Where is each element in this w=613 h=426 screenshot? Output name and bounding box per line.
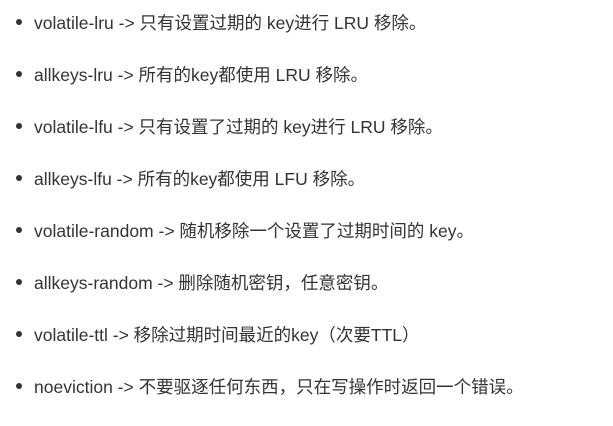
list-item: allkeys-lru -> 所有的key都使用 LRU 移除。 bbox=[0, 60, 368, 88]
list-item-text: allkeys-random -> 删除随机密钥，任意密钥。 bbox=[34, 272, 389, 293]
list-item: volatile-lru -> 只有设置过期的 key进行 LRU 移除。 bbox=[0, 8, 426, 36]
list-item: allkeys-random -> 删除随机密钥，任意密钥。 bbox=[0, 268, 388, 296]
list-item: volatile-lfu -> 只有设置了过期的 key进行 LRU 移除。 bbox=[0, 112, 443, 140]
list-item-text: volatile-ttl -> 移除过期时间最近的key（次要TTL） bbox=[34, 324, 420, 345]
list-item-text: volatile-lru -> 只有设置过期的 key进行 LRU 移除。 bbox=[34, 12, 427, 33]
list-item: noeviction -> 不要驱逐任何东西，只在写操作时返回一个错误。 bbox=[0, 372, 524, 400]
list-item-text: volatile-lfu -> 只有设置了过期的 key进行 LRU 移除。 bbox=[34, 116, 443, 137]
list-item-text: allkeys-lfu -> 所有的key都使用 LFU 移除。 bbox=[34, 168, 366, 189]
bullet-icon bbox=[16, 279, 22, 285]
bullet-icon bbox=[16, 383, 22, 389]
list-item: allkeys-lfu -> 所有的key都使用 LFU 移除。 bbox=[0, 164, 365, 192]
list-item-text: volatile-random -> 随机移除一个设置了过期时间的 key。 bbox=[34, 220, 475, 241]
bullet-icon bbox=[16, 331, 22, 337]
bullet-icon bbox=[16, 71, 22, 77]
list-item-text: allkeys-lru -> 所有的key都使用 LRU 移除。 bbox=[34, 64, 369, 85]
list-item: volatile-random -> 随机移除一个设置了过期时间的 key。 bbox=[0, 216, 474, 244]
list-item-text: noeviction -> 不要驱逐任何东西，只在写操作时返回一个错误。 bbox=[34, 376, 524, 397]
bullet-icon bbox=[16, 227, 22, 233]
bullet-icon bbox=[16, 123, 22, 129]
bullet-icon bbox=[16, 175, 22, 181]
list-item: volatile-ttl -> 移除过期时间最近的key（次要TTL） bbox=[0, 320, 420, 348]
bullet-icon bbox=[16, 19, 22, 25]
